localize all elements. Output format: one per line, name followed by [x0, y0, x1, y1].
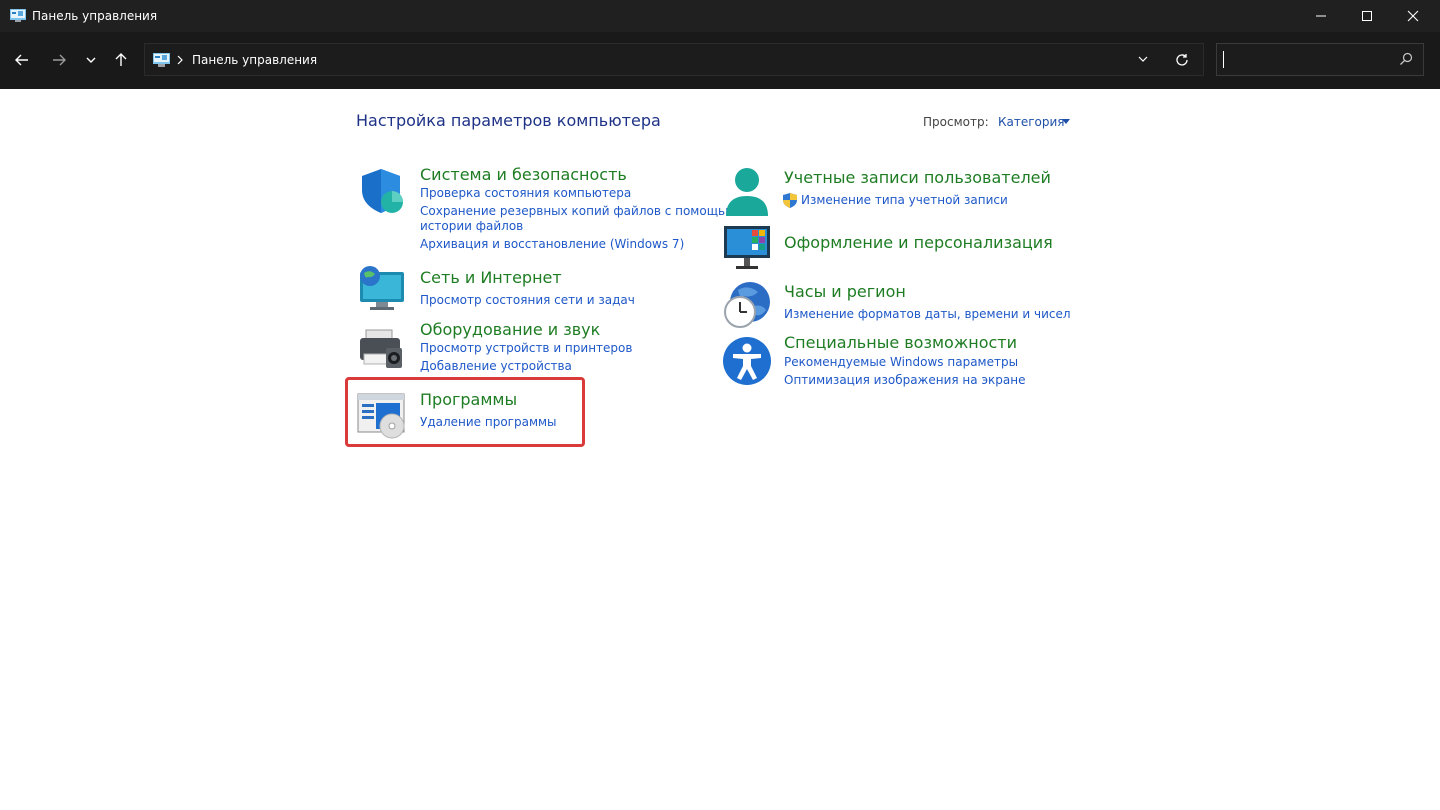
link-change-account-type[interactable]: Изменение типа учетной записи [801, 193, 1008, 207]
text-caret [1223, 51, 1224, 68]
close-button[interactable] [1390, 0, 1436, 32]
category-title-user-accounts[interactable]: Учетные записи пользователей [784, 168, 1051, 187]
address-path[interactable]: Панель управления [192, 53, 317, 67]
content-area: Настройка параметров компьютера Просмотр… [0, 89, 1440, 810]
printer-icon [360, 329, 402, 368]
address-bar[interactable]: Панель управления [144, 43, 1204, 76]
category-title-network-internet[interactable]: Сеть и Интернет [420, 268, 562, 287]
monitor-personalization-icon [724, 226, 770, 269]
category-title-appearance[interactable]: Оформление и персонализация [784, 233, 1053, 252]
back-button[interactable] [9, 46, 35, 74]
link-devices-printers[interactable]: Просмотр устройств и принтеров [420, 341, 632, 355]
control-panel-icon [153, 53, 170, 67]
uac-shield-icon [783, 193, 797, 208]
maximize-button[interactable] [1344, 0, 1390, 32]
arrow-right-icon [53, 54, 66, 66]
category-title-accessibility[interactable]: Специальные возможности [784, 333, 1017, 352]
minimize-button[interactable] [1298, 0, 1344, 32]
accessibility-icon [723, 337, 771, 385]
recent-locations-button[interactable] [78, 46, 104, 74]
title-bar: Панель управления [0, 0, 1440, 32]
control-panel-icon [10, 9, 26, 22]
category-title-hardware-sound[interactable]: Оборудование и звук [420, 320, 600, 339]
network-globe-icon [360, 266, 404, 310]
link-backup-restore[interactable]: Архивация и восстановление (Windows 7) [420, 237, 684, 251]
link-network-status[interactable]: Просмотр состояния сети и задач [420, 293, 635, 307]
user-icon [726, 168, 768, 216]
window-title: Панель управления [32, 9, 158, 23]
up-button[interactable] [108, 46, 134, 74]
link-file-history-backup-cont[interactable]: истории файлов [420, 219, 523, 233]
view-label: Просмотр: [923, 115, 989, 129]
shield-icon [362, 169, 403, 213]
forward-button[interactable] [46, 46, 72, 74]
refresh-icon[interactable] [1174, 52, 1190, 68]
link-optimize-display[interactable]: Оптимизация изображения на экране [784, 373, 1025, 387]
chevron-down-icon [86, 57, 96, 63]
close-icon [1407, 10, 1419, 22]
search-input[interactable] [1216, 43, 1424, 76]
link-add-device[interactable]: Добавление устройства [420, 359, 572, 373]
view-by-dropdown[interactable]: Категория [998, 115, 1065, 129]
category-title-clock-region[interactable]: Часы и регион [784, 282, 906, 301]
arrow-left-icon [15, 54, 28, 66]
chevron-right-icon [177, 55, 183, 65]
maximize-icon [1362, 11, 1372, 21]
link-check-computer-status[interactable]: Проверка состояния компьютера [420, 186, 631, 200]
clock-globe-icon [724, 282, 770, 328]
link-recommended-settings[interactable]: Рекомендуемые Windows параметры [784, 355, 1018, 369]
highlight-frame [345, 377, 585, 447]
link-file-history-backup[interactable]: Сохранение резервных копий файлов с помо… [420, 204, 735, 218]
dropdown-arrow-icon[interactable] [1062, 119, 1070, 124]
page-title: Настройка параметров компьютера [356, 111, 661, 130]
chevron-down-icon[interactable] [1137, 53, 1149, 65]
link-date-time-formats[interactable]: Изменение форматов даты, времени и чисел [784, 307, 1071, 321]
minimize-icon [1316, 15, 1326, 17]
arrow-up-icon [115, 53, 127, 66]
search-icon[interactable] [1399, 52, 1413, 66]
category-title-system-security[interactable]: Система и безопасность [420, 165, 627, 184]
